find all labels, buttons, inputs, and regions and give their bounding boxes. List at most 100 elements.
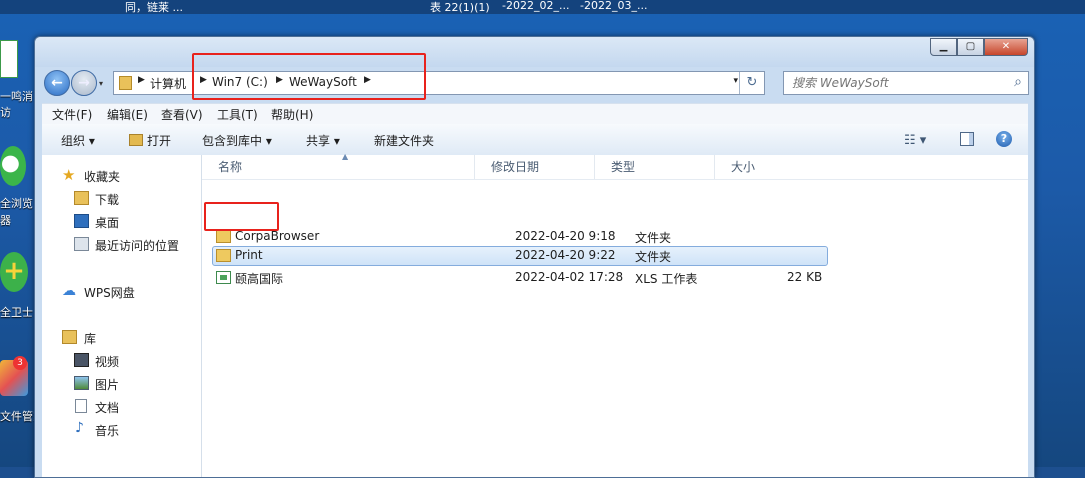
documents-icon — [75, 399, 87, 413]
recent-pages-chevron-icon[interactable]: ▾ — [99, 79, 103, 88]
desktop-label: 一鸣消 — [0, 90, 33, 103]
preview-pane-icon[interactable] — [960, 132, 974, 146]
menu-edit[interactable]: 编辑(E) — [107, 106, 148, 123]
address-dropdown-icon[interactable]: ▾ — [733, 76, 738, 86]
nav-label: 收藏夹 — [84, 170, 121, 184]
nav-downloads[interactable]: 下载 — [42, 189, 192, 209]
file-row[interactable]: CorpaBrowser 2022-04-20 9:18 文件夹 — [212, 227, 828, 247]
column-header-name[interactable]: 名称 — [202, 155, 475, 179]
include-in-library-button[interactable]: 包含到库中 ▾ — [202, 132, 272, 149]
sort-ascending-icon: ▲ — [342, 152, 349, 161]
breadcrumb-computer[interactable]: 计算机 — [150, 75, 186, 92]
column-header-size[interactable]: 大小 — [715, 155, 795, 179]
file-row-selected[interactable]: Print 2022-04-20 9:22 文件夹 — [212, 246, 828, 266]
address-highlight-box — [192, 53, 426, 100]
desktop-label: 全浏览 — [0, 197, 33, 210]
file-size: 22 KB — [787, 270, 823, 284]
explorer-window: ▁ ▢ ✕ ← → ▾ ▶ 计算机 ▶ Win7 (C:) ▶ WeWaySof… — [34, 36, 1035, 478]
file-row[interactable]: 颐高国际 2022-04-02 17:28 XLS 工作表 22 KB — [212, 268, 828, 288]
nav-desktop[interactable]: 桌面 — [42, 212, 192, 232]
nav-label: WPS网盘 — [84, 286, 135, 300]
document-icon[interactable] — [0, 40, 18, 78]
nav-label: 最近访问的位置 — [95, 239, 180, 253]
forward-arrow-icon: → — [78, 75, 90, 91]
nav-recent-places[interactable]: 最近访问的位置 — [42, 235, 197, 255]
open-button[interactable]: 打开 — [129, 132, 171, 149]
cloud-icon: ☁ — [62, 283, 76, 299]
view-options-icon[interactable]: ☷ ▾ — [904, 133, 926, 148]
file-name: CorpaBrowser — [235, 229, 320, 243]
menu-bar: 文件(F) 编辑(E) 查看(V) 工具(T) 帮助(H) — [42, 103, 1028, 124]
pictures-icon — [74, 376, 89, 390]
minimize-button[interactable]: ▁ — [930, 38, 957, 56]
browser-icon[interactable] — [0, 146, 26, 186]
recent-places-icon — [74, 237, 89, 251]
back-arrow-icon: ← — [51, 75, 63, 91]
desktop-label: 访 — [0, 106, 11, 119]
menu-tools[interactable]: 工具(T) — [217, 106, 258, 123]
maximize-button[interactable]: ▢ — [957, 38, 984, 56]
nav-label: 桌面 — [95, 216, 120, 230]
file-list-pane: 名称 ▲ 修改日期 类型 大小 CorpaBrowser 2022-04-20 … — [202, 152, 1028, 477]
music-note-icon: ♪ — [75, 420, 84, 436]
folder-open-icon — [129, 134, 143, 146]
taskbar-item[interactable]: -2022_03_... — [580, 0, 647, 12]
taskbar-item[interactable]: 同，链莱 ... — [125, 0, 183, 15]
nav-label: 图片 — [95, 378, 120, 392]
menu-view[interactable]: 查看(V) — [161, 106, 203, 123]
title-bar[interactable]: ▁ ▢ ✕ — [35, 37, 1034, 67]
search-input[interactable] — [790, 75, 999, 91]
desktop-label: 全卫士 — [0, 306, 33, 319]
videos-icon — [74, 353, 89, 367]
spreadsheet-icon — [216, 271, 231, 284]
command-toolbar: 组织 ▾ 打开 包含到库中 ▾ 共享 ▾ 新建文件夹 ☷ ▾ ? — [42, 124, 1028, 156]
column-header-type[interactable]: 类型 — [595, 155, 715, 179]
file-type: XLS 工作表 — [635, 272, 698, 286]
library-icon — [62, 330, 77, 344]
nav-wps-cloud[interactable]: ☁ WPS网盘 — [42, 282, 192, 302]
file-name: Print — [235, 248, 263, 262]
file-modified: 2022-04-20 9:18 — [515, 229, 616, 243]
file-modified: 2022-04-02 17:28 — [515, 270, 624, 284]
desktop-icon — [74, 214, 89, 228]
nav-label: 库 — [84, 332, 97, 346]
share-button[interactable]: 共享 ▾ — [306, 132, 340, 149]
folder-icon — [216, 230, 231, 243]
window-edge — [1028, 155, 1034, 477]
downloads-folder-icon — [74, 191, 89, 205]
nav-libraries[interactable]: 库 — [42, 328, 192, 348]
nav-videos[interactable]: 视频 — [42, 351, 192, 371]
close-button[interactable]: ✕ — [984, 38, 1028, 56]
menu-file[interactable]: 文件(F) — [52, 106, 92, 123]
folder-icon — [119, 76, 132, 90]
desktop-label: 器 — [0, 214, 11, 227]
nav-label: 音乐 — [95, 424, 120, 438]
nav-pictures[interactable]: 图片 — [42, 374, 192, 394]
search-box[interactable]: ⌕ — [783, 71, 1029, 95]
search-icon[interactable]: ⌕ — [1014, 74, 1022, 90]
security-guard-icon[interactable]: + — [0, 252, 28, 292]
organize-button[interactable]: 组织 ▾ — [61, 132, 95, 149]
nav-label: 文档 — [95, 401, 120, 415]
print-folder-highlight-box — [204, 202, 279, 231]
top-taskbar: 同，链莱 ... 表 22(1)(1) -2022_02_... -2022_0… — [0, 0, 1085, 14]
taskbar-item[interactable]: -2022_02_... — [502, 0, 569, 12]
content-area: ★ 收藏夹 下载 桌面 最近访问的位置 ☁ WPS网盘 库 视频 图片 文档 ♪… — [42, 152, 1028, 477]
nav-favorites[interactable]: ★ 收藏夹 — [42, 166, 192, 186]
menu-help[interactable]: 帮助(H) — [271, 106, 313, 123]
forward-button[interactable]: → — [71, 70, 97, 96]
help-icon[interactable]: ? — [996, 131, 1012, 147]
open-label: 打开 — [147, 134, 172, 148]
nav-label: 视频 — [95, 355, 120, 369]
notification-badge: 3 — [13, 356, 27, 370]
nav-music[interactable]: ♪ 音乐 — [42, 420, 192, 440]
back-button[interactable]: ← — [44, 70, 70, 96]
new-folder-button[interactable]: 新建文件夹 — [374, 132, 434, 149]
nav-documents[interactable]: 文档 — [42, 397, 192, 417]
star-icon: ★ — [62, 166, 76, 184]
chevron-right-icon[interactable]: ▶ — [138, 75, 145, 85]
refresh-icon[interactable]: ↻ — [739, 72, 764, 94]
column-header-modified[interactable]: 修改日期 — [475, 155, 595, 179]
file-type: 文件夹 — [635, 231, 672, 245]
taskbar-item[interactable]: 表 22(1)(1) — [430, 0, 490, 15]
